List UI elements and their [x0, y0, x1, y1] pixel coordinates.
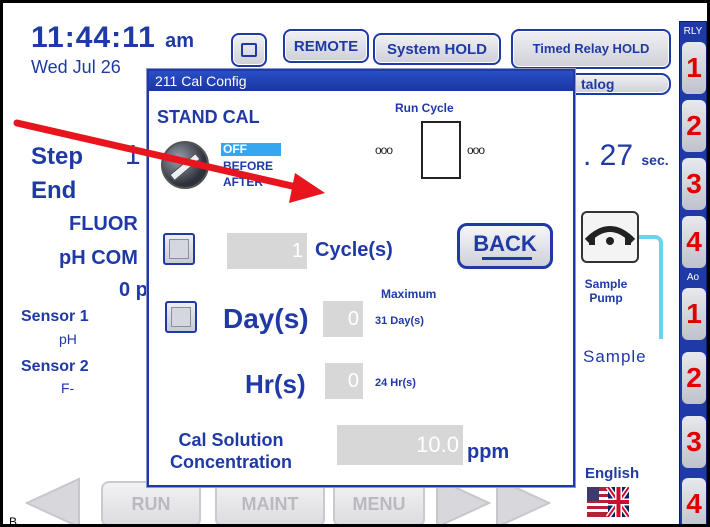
menu-button[interactable]: MENU	[333, 481, 425, 524]
clock-ampm: am	[165, 30, 195, 52]
checkbox-face	[171, 307, 191, 327]
cycles-label: Cycle(s)	[315, 239, 393, 261]
ao-4-button[interactable]: 4	[682, 478, 706, 524]
hours-max-label: 24 Hr(s)	[375, 377, 416, 389]
sensor2-type: F-	[61, 380, 75, 396]
ph-comp-label: pH COM	[59, 247, 138, 269]
back-underline	[482, 257, 532, 260]
knob-pointer	[169, 153, 201, 181]
seconds-readout: . 27 sec.	[583, 139, 669, 173]
clock: 11:44:11 am	[31, 21, 194, 55]
ao-label: Ao	[686, 272, 700, 283]
cal-config-dialog: 211 Cal Config STAND CAL Run Cycle ooo o…	[147, 69, 575, 487]
nav-left-arrow-icon[interactable]	[21, 477, 81, 527]
fluor-label: FLUOR	[69, 213, 138, 235]
days-max-label: 31 Day(s)	[375, 315, 424, 327]
relay-1-button[interactable]: 1	[682, 42, 706, 94]
run-cycle-indicator	[421, 121, 461, 179]
days-checkbox[interactable]	[165, 301, 197, 333]
rly-label: RLY	[683, 26, 703, 37]
stand-cal-knob[interactable]	[161, 141, 209, 189]
ao-2-button[interactable]: 2	[682, 352, 706, 404]
days-input[interactable]: 0	[323, 301, 363, 337]
hours-label: Hr(s)	[245, 369, 306, 399]
back-button-label: BACK	[473, 231, 537, 256]
sensor1-type: pH	[59, 331, 77, 347]
clock-time: 11:44:11	[31, 21, 156, 54]
seconds-value: . 27	[583, 139, 634, 172]
step-value: 1	[125, 139, 141, 170]
timed-relay-hold-button[interactable]: Timed Relay HOLD	[511, 29, 671, 69]
run-cycle-dots-left: ooo	[375, 143, 393, 157]
square-button[interactable]	[231, 33, 267, 67]
concentration-input[interactable]: 10.0	[337, 425, 463, 465]
language-flag-icon[interactable]	[587, 487, 629, 517]
relay-4-button[interactable]: 4	[682, 216, 706, 268]
maximum-label: Maximum	[381, 287, 437, 301]
date: Wed Jul 26	[31, 57, 121, 77]
option-before[interactable]: BEFORE	[223, 159, 273, 173]
corner-label: B	[9, 515, 18, 527]
square-icon	[241, 43, 257, 57]
system-hold-button[interactable]: System HOLD	[373, 33, 501, 65]
concentration-unit: ppm	[467, 441, 510, 463]
sample-pump-icon[interactable]	[581, 211, 639, 263]
ao-3-button[interactable]: 3	[682, 416, 706, 468]
relay-3-button[interactable]: 3	[682, 158, 706, 210]
relay-2-button[interactable]: 2	[682, 100, 706, 152]
cal-solution-label: Cal Solution Concentration	[169, 430, 292, 472]
zero-label: 0 p	[119, 279, 148, 301]
seconds-unit: sec.	[641, 152, 669, 168]
step-label: Step	[31, 143, 84, 170]
catalog-button[interactable]: talog	[563, 73, 671, 95]
controller-screen: 11:44:11 am Wed Jul 26 REMOTE System HOL…	[0, 0, 710, 527]
days-label: Day(s)	[223, 303, 309, 334]
pump-tube	[639, 235, 663, 339]
sensor1-label: Sensor 1	[21, 308, 89, 325]
checkbox-face	[169, 239, 189, 259]
sample-label: Sample	[583, 347, 647, 366]
option-off[interactable]: OFF	[221, 143, 281, 156]
hours-input[interactable]: 0	[325, 363, 363, 399]
option-after[interactable]: AFTER	[223, 175, 263, 189]
language-label: English	[585, 465, 640, 482]
maint-button[interactable]: MAINT	[215, 481, 325, 524]
sensor2-label: Sensor 2	[21, 358, 89, 375]
back-button[interactable]: BACK	[457, 223, 553, 269]
run-cycle-label: Run Cycle	[395, 101, 454, 115]
run-cycle-dots-right: ooo	[467, 143, 485, 157]
cycles-input[interactable]: 1	[227, 233, 307, 269]
dialog-title: 211 Cal Config	[149, 71, 573, 91]
ao-1-button[interactable]: 1	[682, 288, 706, 340]
sample-pump-label: Sample Pump	[584, 277, 628, 305]
stand-cal-label: STAND CAL	[157, 107, 260, 127]
end-label: End	[31, 177, 77, 204]
remote-button[interactable]: REMOTE	[283, 29, 369, 63]
run-button[interactable]: RUN	[101, 481, 201, 524]
relay-strip: RLY 1 2 3 4 Ao 1 2 3 4	[679, 21, 707, 524]
cycles-checkbox[interactable]	[163, 233, 195, 265]
